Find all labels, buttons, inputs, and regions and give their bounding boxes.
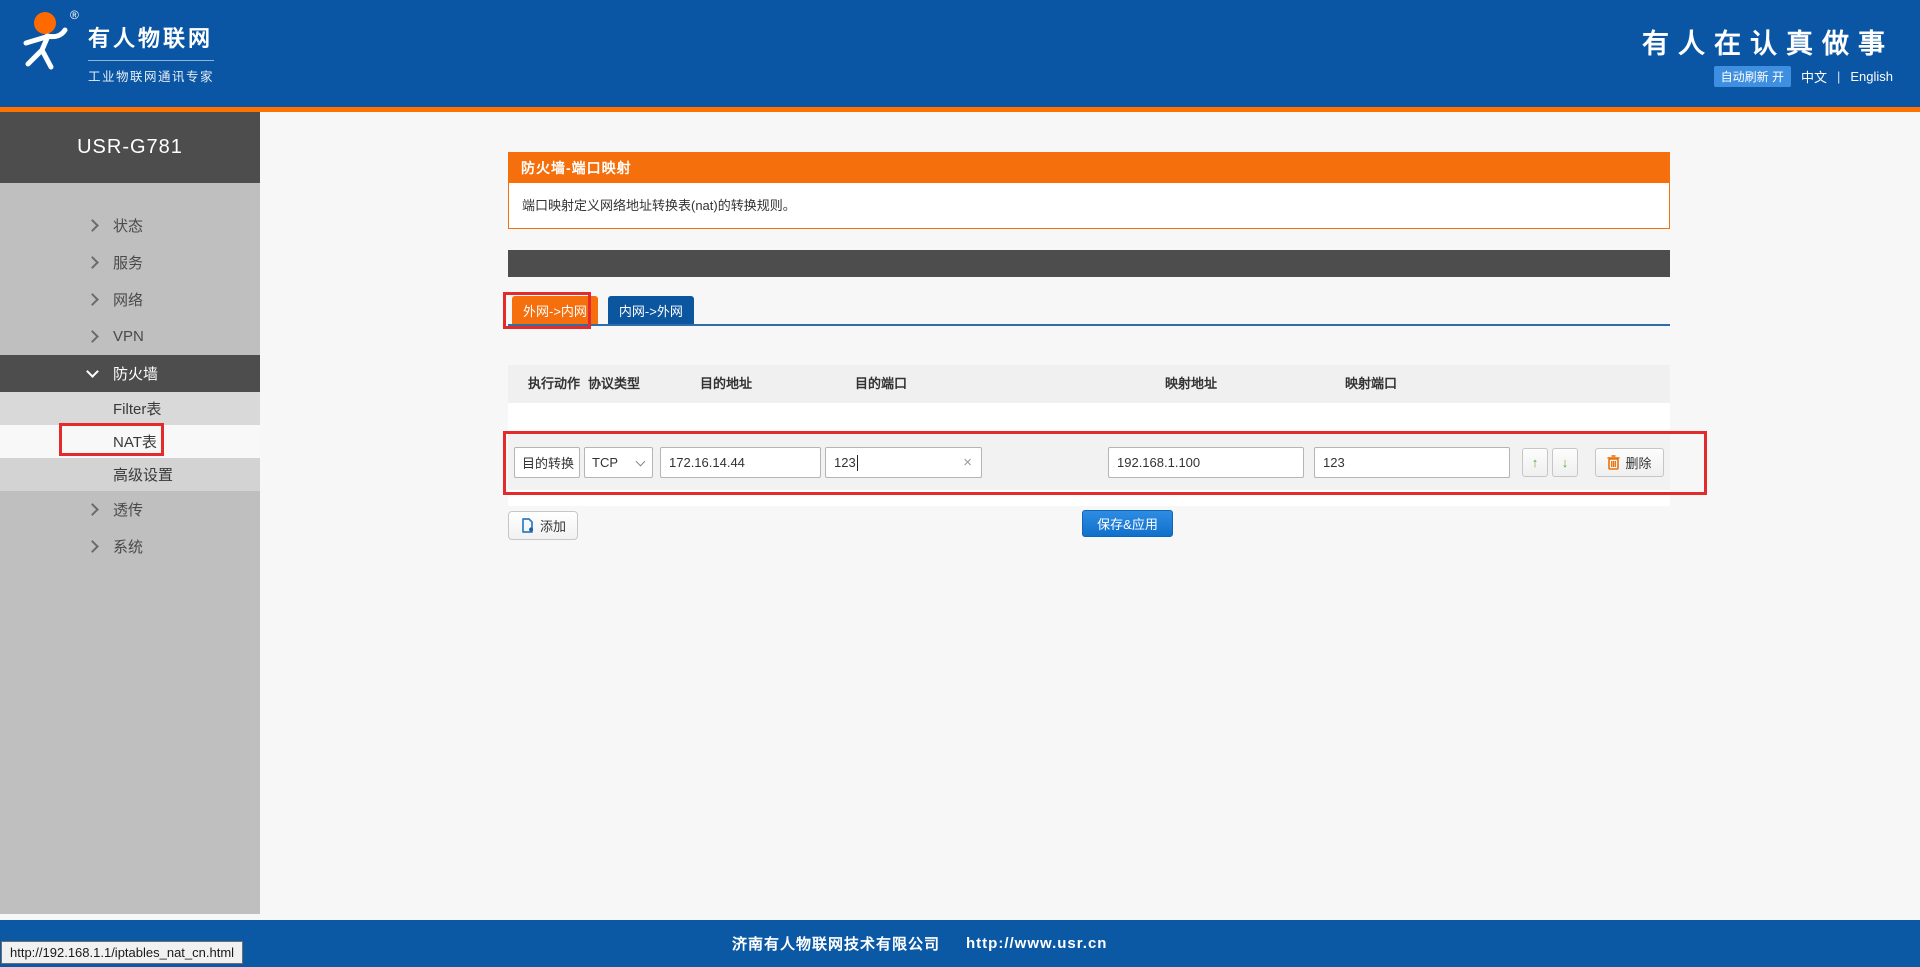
move-up-button[interactable]: ↑	[1522, 448, 1548, 477]
tab-wan-to-lan[interactable]: 外网->内网	[512, 296, 598, 324]
delete-button[interactable]: 删除	[1595, 448, 1664, 477]
sidebar: USR-G781 状态 服务 网络 VPN 防火墙	[0, 112, 260, 914]
page-title-box: 防火墙-端口映射 端口映射定义网络地址转换表(nat)的转换规则。	[508, 152, 1670, 229]
add-rule-button[interactable]: 添加	[508, 511, 578, 540]
lang-separator: |	[1837, 69, 1840, 84]
dest-port-value: 123	[834, 455, 856, 470]
arrow-down-icon: ↓	[1562, 455, 1569, 470]
lang-switch-chinese[interactable]: 中文	[1801, 67, 1827, 86]
nat-rules-table: 执行动作 协议类型 目的地址 目的端口 映射地址 映射端口 目的转换 TCP 1…	[508, 365, 1670, 506]
page-title: 防火墙-端口映射	[509, 153, 1669, 183]
sidebar-item-label: 服务	[113, 252, 143, 273]
text-cursor	[857, 455, 858, 471]
auto-refresh-toggle[interactable]: 自动刷新 开	[1714, 66, 1791, 87]
sidebar-item-firewall[interactable]: 防火墙	[0, 355, 260, 392]
page-description: 端口映射定义网络地址转换表(nat)的转换规则。	[509, 183, 1669, 228]
collapsed-section-bar[interactable]	[508, 250, 1670, 277]
tab-underline	[508, 324, 1670, 326]
chevron-right-icon	[86, 330, 99, 343]
column-header-protocol: 协议类型	[588, 365, 640, 403]
sidebar-item-label: 状态	[113, 215, 143, 236]
trash-icon	[1607, 455, 1620, 470]
brand-block: 有人物联网 工业物联网通讯专家	[88, 21, 214, 85]
protocol-select-value: TCP	[592, 455, 618, 470]
clear-icon[interactable]: ×	[963, 454, 972, 471]
device-model-title: USR-G781	[0, 112, 260, 183]
sidebar-item-network[interactable]: 网络	[0, 281, 260, 318]
status-bar-url: http://192.168.1.1/iptables_nat_cn.html	[1, 941, 243, 964]
map-port-input[interactable]	[1314, 447, 1510, 478]
chevron-right-icon	[86, 219, 99, 232]
brand-title: 有人物联网	[88, 21, 214, 53]
column-header-dest-port: 目的端口	[855, 365, 907, 403]
page: ® 有人物联网 工业物联网通讯专家 有人在认真做事 自动刷新 开 中文 | En…	[0, 0, 1920, 967]
brand-subtitle: 工业物联网通讯专家	[88, 60, 214, 85]
sidebar-item-advanced[interactable]: 高级设置	[0, 458, 260, 491]
table-row: 目的转换 TCP 123 × ↑ ↓	[508, 434, 1670, 490]
registered-mark: ®	[70, 8, 79, 22]
chevron-right-icon	[86, 293, 99, 306]
footer: 济南有人物联网技术有限公司 http://www.usr.cn	[0, 920, 1920, 967]
lang-switch-english[interactable]: English	[1850, 69, 1893, 84]
chevron-right-icon	[86, 540, 99, 553]
sidebar-item-label: NAT表	[113, 431, 157, 452]
dest-address-input[interactable]	[660, 447, 821, 478]
column-header-map-port: 映射端口	[1345, 365, 1397, 403]
sidebar-item-label: 系统	[113, 536, 143, 557]
footer-company: 济南有人物联网技术有限公司	[732, 933, 940, 954]
tab-lan-to-wan[interactable]: 内网->外网	[608, 296, 694, 324]
add-document-icon	[520, 518, 534, 534]
chevron-right-icon	[86, 256, 99, 269]
sidebar-item-passthrough[interactable]: 透传	[0, 491, 260, 528]
sidebar-item-label: Filter表	[113, 398, 161, 419]
sidebar-item-status[interactable]: 状态	[0, 207, 260, 244]
sidebar-item-label: 防火墙	[113, 363, 158, 384]
table-header-row: 执行动作 协议类型 目的地址 目的端口 映射地址 映射端口	[508, 365, 1670, 403]
sidebar-item-services[interactable]: 服务	[0, 244, 260, 281]
sidebar-item-label: 透传	[113, 499, 143, 520]
top-header: ® 有人物联网 工业物联网通讯专家 有人在认真做事 自动刷新 开 中文 | En…	[0, 0, 1920, 112]
chevron-down-icon	[86, 365, 99, 378]
column-header-map-addr: 映射地址	[1165, 365, 1217, 403]
sidebar-item-filter-table[interactable]: Filter表	[0, 392, 260, 425]
action-select[interactable]: 目的转换	[514, 447, 580, 478]
protocol-select[interactable]: TCP	[584, 447, 653, 478]
direction-tabs: 外网->内网 内网->外网	[508, 296, 694, 324]
sidebar-item-label: 网络	[113, 289, 143, 310]
move-down-button[interactable]: ↓	[1552, 448, 1578, 477]
brand-logo-icon: ®	[18, 10, 88, 76]
sidebar-item-vpn[interactable]: VPN	[0, 318, 260, 355]
column-header-dest-addr: 目的地址	[700, 365, 752, 403]
map-address-input[interactable]	[1108, 447, 1304, 478]
footer-website-link[interactable]: http://www.usr.cn	[966, 935, 1107, 952]
arrow-up-icon: ↑	[1532, 455, 1539, 470]
dropdown-caret-icon	[636, 456, 646, 466]
save-apply-button[interactable]: 保存&应用	[1082, 510, 1173, 537]
column-header-action: 执行动作	[528, 365, 580, 403]
chevron-right-icon	[86, 503, 99, 516]
slogan-text: 有人在认真做事	[1642, 22, 1894, 61]
dest-port-input[interactable]: 123 ×	[825, 447, 982, 478]
delete-button-label: 删除	[1625, 453, 1651, 472]
sidebar-item-nat-table[interactable]: NAT表	[0, 425, 260, 458]
sidebar-item-system[interactable]: 系统	[0, 528, 260, 565]
sidebar-menu: 状态 服务 网络 VPN 防火墙 Filter表 NAT表	[0, 183, 260, 565]
sidebar-item-label: VPN	[113, 328, 144, 345]
sidebar-item-label: 高级设置	[113, 464, 173, 485]
add-button-label: 添加	[540, 516, 566, 535]
